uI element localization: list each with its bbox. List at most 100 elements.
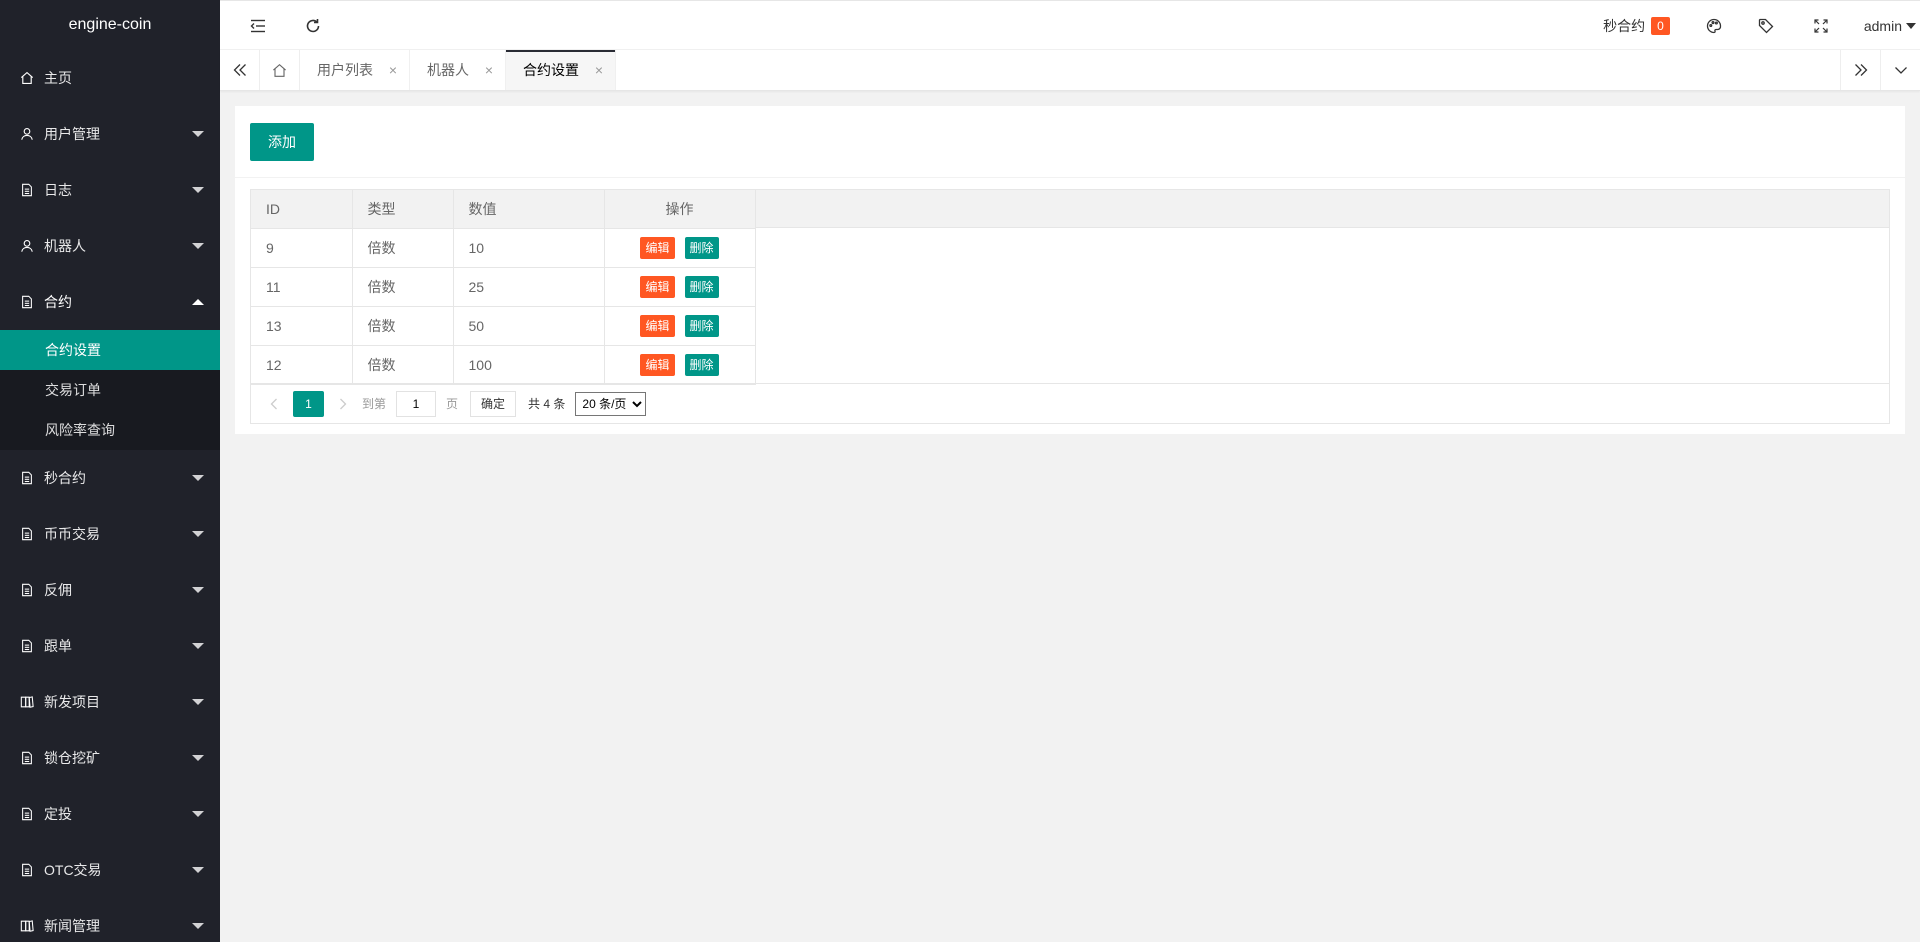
chevron-down-icon bbox=[1894, 67, 1907, 74]
chevron-left-icon bbox=[270, 398, 277, 409]
edit-button[interactable]: 编辑 bbox=[640, 353, 675, 376]
book-icon bbox=[20, 695, 34, 709]
table-row: 13 倍数 50 编辑 删除 bbox=[251, 306, 756, 346]
top-header: 秒合约 0 admin bbox=[220, 0, 1920, 50]
tab-1[interactable]: 机器人 × bbox=[410, 50, 506, 90]
cell-value: 50 bbox=[453, 306, 605, 346]
tab-2[interactable]: 合约设置 × bbox=[506, 50, 616, 90]
sidebar-item-0[interactable]: 主页 bbox=[0, 50, 220, 106]
delete-button[interactable]: 删除 bbox=[684, 314, 719, 337]
second-contract-label: 秒合约 bbox=[1603, 18, 1646, 34]
doc-icon bbox=[20, 639, 34, 653]
sidebar-item-7[interactable]: 反佣 bbox=[0, 562, 220, 618]
sidebar-item-12[interactable]: OTC交易 bbox=[0, 842, 220, 898]
edit-button[interactable]: 编辑 bbox=[640, 236, 675, 259]
sidebar-item-label: 锁仓挖矿 bbox=[44, 750, 100, 766]
goto-page-input[interactable] bbox=[396, 390, 437, 417]
cell-type: 倍数 bbox=[352, 345, 454, 385]
sidebar-subitem-1[interactable]: 交易订单 bbox=[0, 370, 220, 410]
sidebar-item-1[interactable]: 用户管理 bbox=[0, 106, 220, 162]
tab-label: 机器人 bbox=[427, 62, 469, 78]
tabs-scroll-left-button[interactable] bbox=[220, 50, 260, 90]
tabs-scroll-right-button[interactable] bbox=[1840, 50, 1880, 90]
app-logo: engine-coin bbox=[0, 0, 220, 50]
tag-button[interactable] bbox=[1738, 1, 1794, 51]
sidebar-item-3[interactable]: 机器人 bbox=[0, 218, 220, 274]
palette-icon bbox=[1706, 18, 1722, 34]
user-menu[interactable]: admin bbox=[1848, 1, 1920, 51]
delete-button[interactable]: 删除 bbox=[684, 236, 719, 259]
sidebar-item-6[interactable]: 币币交易 bbox=[0, 506, 220, 562]
doc-icon bbox=[20, 807, 34, 821]
menu-fold-icon bbox=[250, 19, 265, 33]
double-chevron-left-icon bbox=[233, 64, 246, 76]
sidebar-item-5[interactable]: 秒合约 bbox=[0, 450, 220, 506]
sidebar-subitem-0[interactable]: 合约设置 bbox=[0, 330, 220, 370]
sidebar-item-11[interactable]: 定投 bbox=[0, 786, 220, 842]
cell-value: 100 bbox=[453, 345, 605, 385]
caret-down-icon bbox=[192, 755, 204, 761]
user-icon bbox=[20, 127, 34, 141]
chevron-right-icon bbox=[340, 398, 347, 409]
caret-down-icon bbox=[192, 811, 204, 817]
page-unit-label: 页 bbox=[446, 397, 459, 411]
delete-button[interactable]: 删除 bbox=[684, 275, 719, 298]
refresh-button[interactable] bbox=[288, 1, 338, 51]
caret-down-icon bbox=[192, 187, 204, 193]
doc-icon bbox=[20, 583, 34, 597]
sidebar-item-label: 日志 bbox=[44, 182, 72, 198]
goto-confirm-button[interactable]: 确定 bbox=[470, 390, 517, 417]
chevron-down-icon bbox=[1906, 23, 1916, 29]
current-page[interactable]: 1 bbox=[293, 390, 324, 417]
sidebar-item-8[interactable]: 跟单 bbox=[0, 618, 220, 674]
goto-label: 到第 bbox=[362, 397, 387, 411]
sidebar-item-9[interactable]: 新发项目 bbox=[0, 674, 220, 730]
caret-down-icon bbox=[192, 587, 204, 593]
pagination: 1 到第 页 确定 共 4 条 20 条/页 bbox=[251, 383, 1889, 423]
tabs-menu-button[interactable] bbox=[1880, 50, 1920, 90]
sidebar-item-2[interactable]: 日志 bbox=[0, 162, 220, 218]
sidebar-item-label: 新发项目 bbox=[44, 694, 100, 710]
sidebar-subitem-2[interactable]: 风险率查询 bbox=[0, 410, 220, 450]
cell-type: 倍数 bbox=[352, 306, 454, 346]
cell-actions: 编辑 删除 bbox=[604, 267, 756, 307]
cell-id: 13 bbox=[251, 306, 353, 346]
tab-0[interactable]: 用户列表 × bbox=[300, 50, 410, 90]
sidebar: engine-coin 主页 用户管理日志机器人合约合约设置 交易订单 风险率查询 秒合… bbox=[0, 0, 220, 942]
doc-icon bbox=[20, 295, 34, 309]
fullscreen-button[interactable] bbox=[1794, 1, 1848, 51]
add-button[interactable]: 添加 bbox=[250, 123, 314, 161]
sidebar-item-4[interactable]: 合约 bbox=[0, 274, 220, 330]
column-header: 数值 bbox=[453, 190, 605, 229]
close-icon[interactable]: × bbox=[485, 50, 493, 90]
edit-button[interactable]: 编辑 bbox=[640, 314, 675, 337]
prev-page-button[interactable] bbox=[261, 391, 287, 417]
menu-toggle-button[interactable] bbox=[233, 1, 283, 51]
next-page-button[interactable] bbox=[330, 391, 356, 417]
close-icon[interactable]: × bbox=[389, 50, 397, 90]
cell-actions: 编辑 删除 bbox=[604, 345, 756, 385]
cell-type: 倍数 bbox=[352, 267, 454, 307]
page-size-select[interactable]: 20 条/页 bbox=[575, 391, 647, 416]
caret-down-icon bbox=[192, 867, 204, 873]
header-right: 秒合约 0 admin bbox=[1583, 1, 1920, 51]
caret-down-icon bbox=[192, 923, 204, 929]
tab-list: 用户列表 × 机器人 × 合约设置 × bbox=[300, 50, 616, 90]
theme-button[interactable] bbox=[1690, 1, 1738, 51]
delete-button[interactable]: 删除 bbox=[684, 353, 719, 376]
cell-actions: 编辑 删除 bbox=[604, 228, 756, 268]
home-tab[interactable] bbox=[260, 50, 300, 90]
caret-up-icon bbox=[192, 299, 204, 305]
sidebar-item-13[interactable]: 新闻管理 bbox=[0, 898, 220, 942]
book-icon bbox=[20, 919, 34, 933]
user-icon bbox=[20, 239, 34, 253]
caret-down-icon bbox=[192, 243, 204, 249]
second-contract-notice[interactable]: 秒合约 0 bbox=[1583, 1, 1690, 51]
cell-value: 25 bbox=[453, 267, 605, 307]
close-icon[interactable]: × bbox=[595, 50, 603, 90]
doc-icon bbox=[20, 751, 34, 765]
sidebar-item-label: 合约 bbox=[44, 294, 72, 310]
sidebar-item-10[interactable]: 锁仓挖矿 bbox=[0, 730, 220, 786]
subnav: 合约设置 交易订单 风险率查询 bbox=[0, 330, 220, 450]
edit-button[interactable]: 编辑 bbox=[640, 275, 675, 298]
